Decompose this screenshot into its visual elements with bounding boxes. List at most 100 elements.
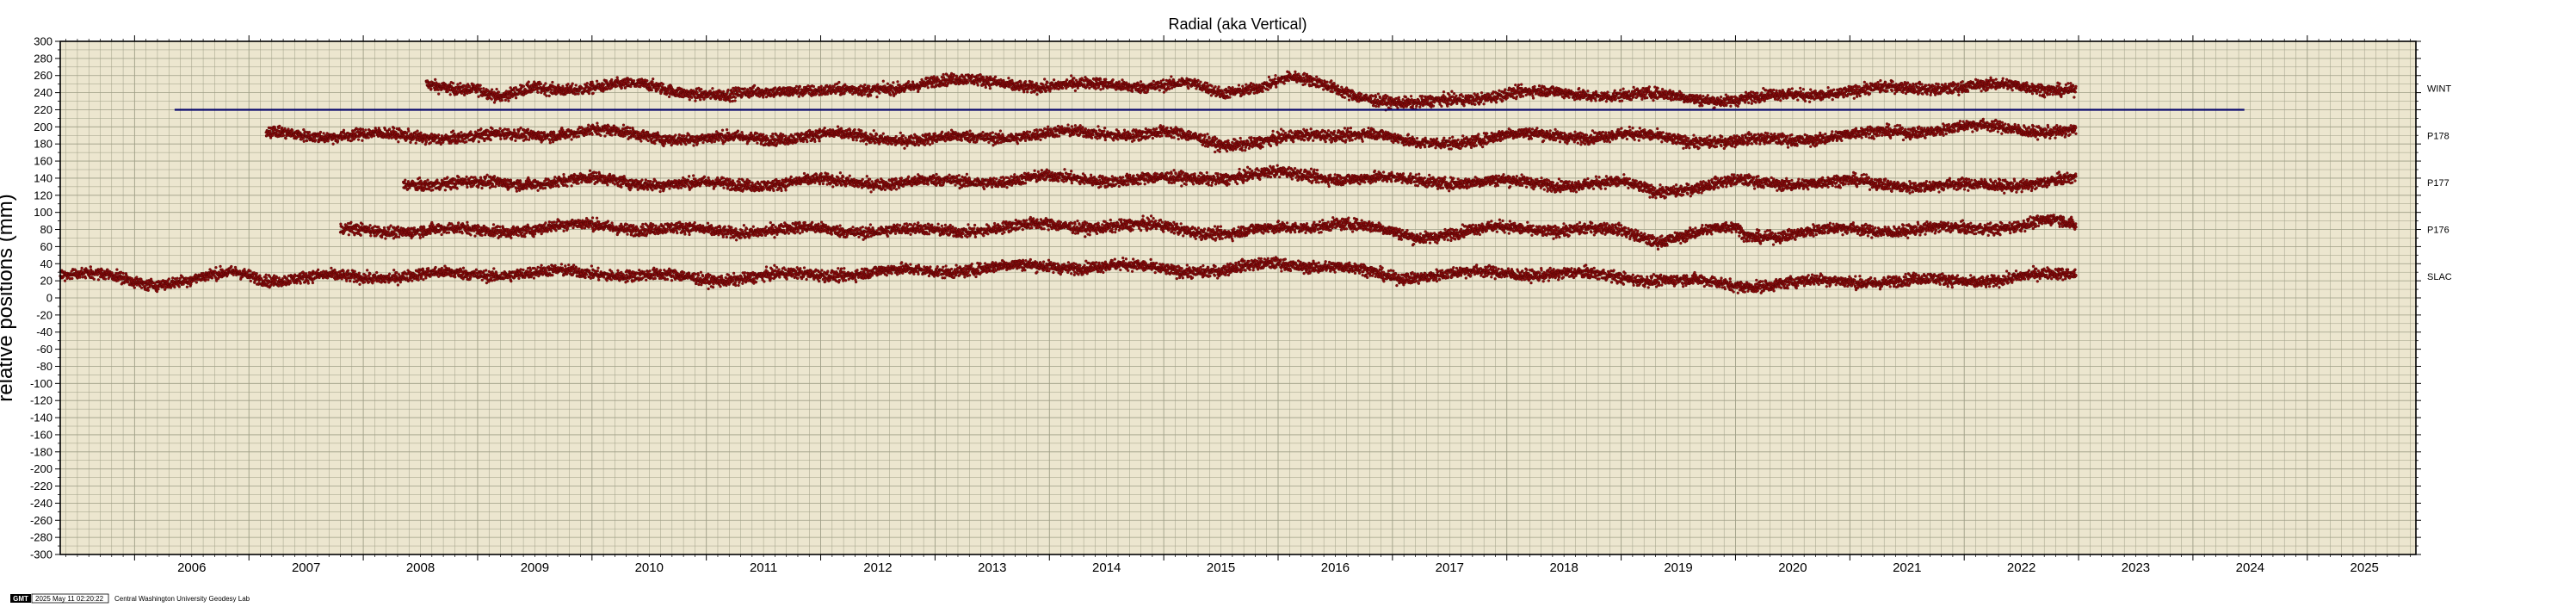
data-point [615, 85, 618, 88]
data-point [720, 90, 722, 93]
data-point [850, 90, 853, 92]
data-point [703, 98, 706, 101]
data-point [939, 84, 942, 87]
data-point [459, 82, 461, 84]
data-point [662, 83, 664, 85]
data-point [571, 83, 574, 85]
data-point [493, 102, 496, 104]
data-point [575, 84, 578, 87]
data-point [567, 83, 570, 85]
data-point [513, 90, 516, 92]
data-point [545, 95, 547, 97]
data-point [734, 100, 737, 102]
data-point [629, 85, 632, 88]
data-point [537, 91, 540, 94]
data-point [544, 83, 547, 85]
data-point [491, 98, 493, 101]
data-point [863, 93, 866, 96]
data-point [479, 84, 482, 87]
data-point [711, 87, 713, 90]
data-point [734, 96, 737, 99]
data-point [652, 81, 654, 84]
data-point [797, 91, 800, 94]
data-point [697, 87, 700, 90]
data-point [753, 84, 756, 87]
data-point [551, 81, 553, 84]
data-point [762, 96, 764, 99]
data-point [588, 92, 590, 95]
data-point [540, 83, 542, 85]
data-point [586, 82, 589, 84]
data-point [843, 84, 846, 86]
data-point [890, 94, 893, 96]
data-point [892, 81, 894, 84]
data-point [868, 85, 870, 88]
data-point [795, 85, 798, 88]
data-point [816, 92, 819, 95]
data-point [798, 96, 800, 98]
data-point [505, 90, 508, 93]
data-point [878, 92, 880, 95]
data-point [918, 87, 921, 90]
data-point [550, 89, 553, 91]
data-point [911, 81, 914, 84]
data-point [496, 88, 498, 90]
data-point [522, 85, 525, 88]
data-point [482, 87, 485, 90]
data-point [729, 100, 732, 102]
data-point [837, 81, 840, 84]
data-point [610, 78, 613, 81]
data-point [557, 84, 559, 86]
data-point [602, 84, 605, 86]
data-point [578, 93, 580, 96]
data-point [910, 89, 912, 91]
data-point [799, 85, 801, 88]
data-point [700, 88, 702, 90]
data-point [627, 81, 630, 84]
data-point [430, 88, 433, 90]
data-point [515, 96, 517, 99]
data-point [651, 89, 653, 91]
data-point [732, 100, 734, 102]
data-point [824, 89, 826, 91]
data-point [709, 90, 712, 92]
data-point [543, 84, 546, 87]
data-point [812, 85, 815, 88]
data-point [652, 77, 654, 80]
data-point [592, 92, 595, 95]
data-point [548, 95, 551, 97]
data-point [869, 94, 872, 96]
data-point [646, 79, 648, 82]
data-point [694, 100, 696, 102]
data-point [466, 92, 468, 95]
data-point [722, 90, 725, 93]
data-point [942, 76, 945, 78]
data-point [861, 94, 863, 96]
data-point [434, 78, 436, 81]
data-point [820, 85, 823, 88]
data-point [926, 77, 929, 79]
data-point [501, 99, 503, 102]
data-point [931, 84, 934, 87]
data-point [497, 90, 500, 93]
data-point [927, 86, 930, 89]
radial-chart: 3002802602402202001801601401201008060402… [0, 0, 2576, 607]
data-point [437, 89, 440, 91]
data-point [616, 77, 619, 79]
data-point [476, 90, 479, 93]
data-point [491, 89, 493, 91]
data-point [897, 80, 899, 83]
data-point [734, 86, 737, 89]
data-point [886, 83, 889, 85]
data-point [727, 89, 730, 91]
data-point [876, 84, 879, 86]
data-point [699, 98, 701, 101]
data-point [437, 93, 440, 96]
data-point [833, 85, 836, 88]
data-point [452, 82, 454, 84]
data-point [528, 81, 530, 84]
data-point [478, 96, 480, 98]
data-point [843, 92, 846, 95]
data-point [882, 80, 885, 83]
data-point [738, 87, 741, 90]
